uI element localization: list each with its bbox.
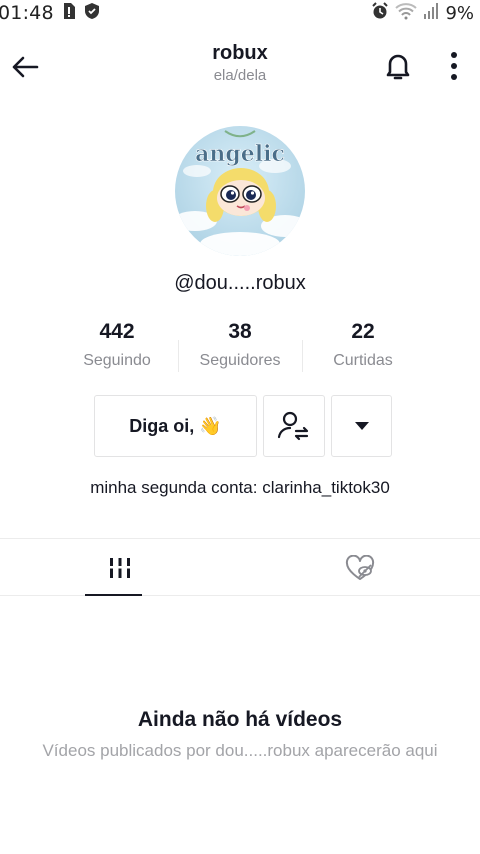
stat-followers-label: Seguidores [199,352,281,369]
notifications-button[interactable] [380,48,416,84]
heart-hidden-icon [345,554,375,580]
shield-icon [84,2,100,24]
avatar-image: angelic [175,126,305,256]
empty-state-description: Vídeos publicados por dou.....robux apar… [42,741,438,760]
signal-icon [423,2,439,24]
message-button-label: Diga oi, 👋 [129,415,222,436]
bell-icon [386,54,410,80]
stat-following-value: 442 [99,320,135,343]
status-time: 01:48 [0,2,54,24]
tab-videos[interactable] [0,539,240,596]
more-options-button[interactable] [440,48,468,84]
bio: minha segunda conta: clarinha_tiktok30 [90,478,390,497]
content-tabs [0,538,480,596]
username: @dou.....robux [174,272,306,294]
profile-stats: 442 Seguindo 38 Seguidores 22 Curtidas [0,320,480,380]
status-bar: 01:48 9% [0,0,480,26]
stat-followers[interactable]: 38 Seguidores [180,320,300,370]
stat-following[interactable]: 442 Seguindo [57,320,177,370]
follow-toggle-button[interactable] [263,395,325,457]
avatar-text: angelic [195,141,285,167]
profile-header: robux ela/dela [0,36,480,96]
message-button[interactable]: Diga oi, 👋 [94,395,257,457]
stat-divider [178,340,179,372]
grid-bars-icon [108,557,132,578]
empty-state-title: Ainda não há vídeos [137,708,343,731]
more-vertical-icon [451,52,457,80]
stat-likes-value: 22 [351,320,375,343]
wifi-icon [395,2,418,24]
battery-percent: 9% [445,2,474,24]
sim-alert-icon [62,2,76,24]
caret-down-icon [354,422,369,430]
profile-actions: Diga oi, 👋 [0,395,480,457]
suggestions-dropdown-button[interactable] [331,395,392,457]
stat-followers-value: 38 [228,320,252,343]
avatar[interactable]: angelic [175,126,305,256]
status-right: 9% [371,2,474,24]
tab-liked[interactable] [240,539,480,596]
stat-following-label: Seguindo [83,352,151,369]
stat-likes-label: Curtidas [333,352,393,369]
active-tab-indicator [85,594,142,596]
user-switch-icon [277,411,309,441]
status-left: 01:48 [0,2,100,24]
alarm-icon [371,2,389,24]
stat-likes[interactable]: 22 Curtidas [303,320,423,370]
